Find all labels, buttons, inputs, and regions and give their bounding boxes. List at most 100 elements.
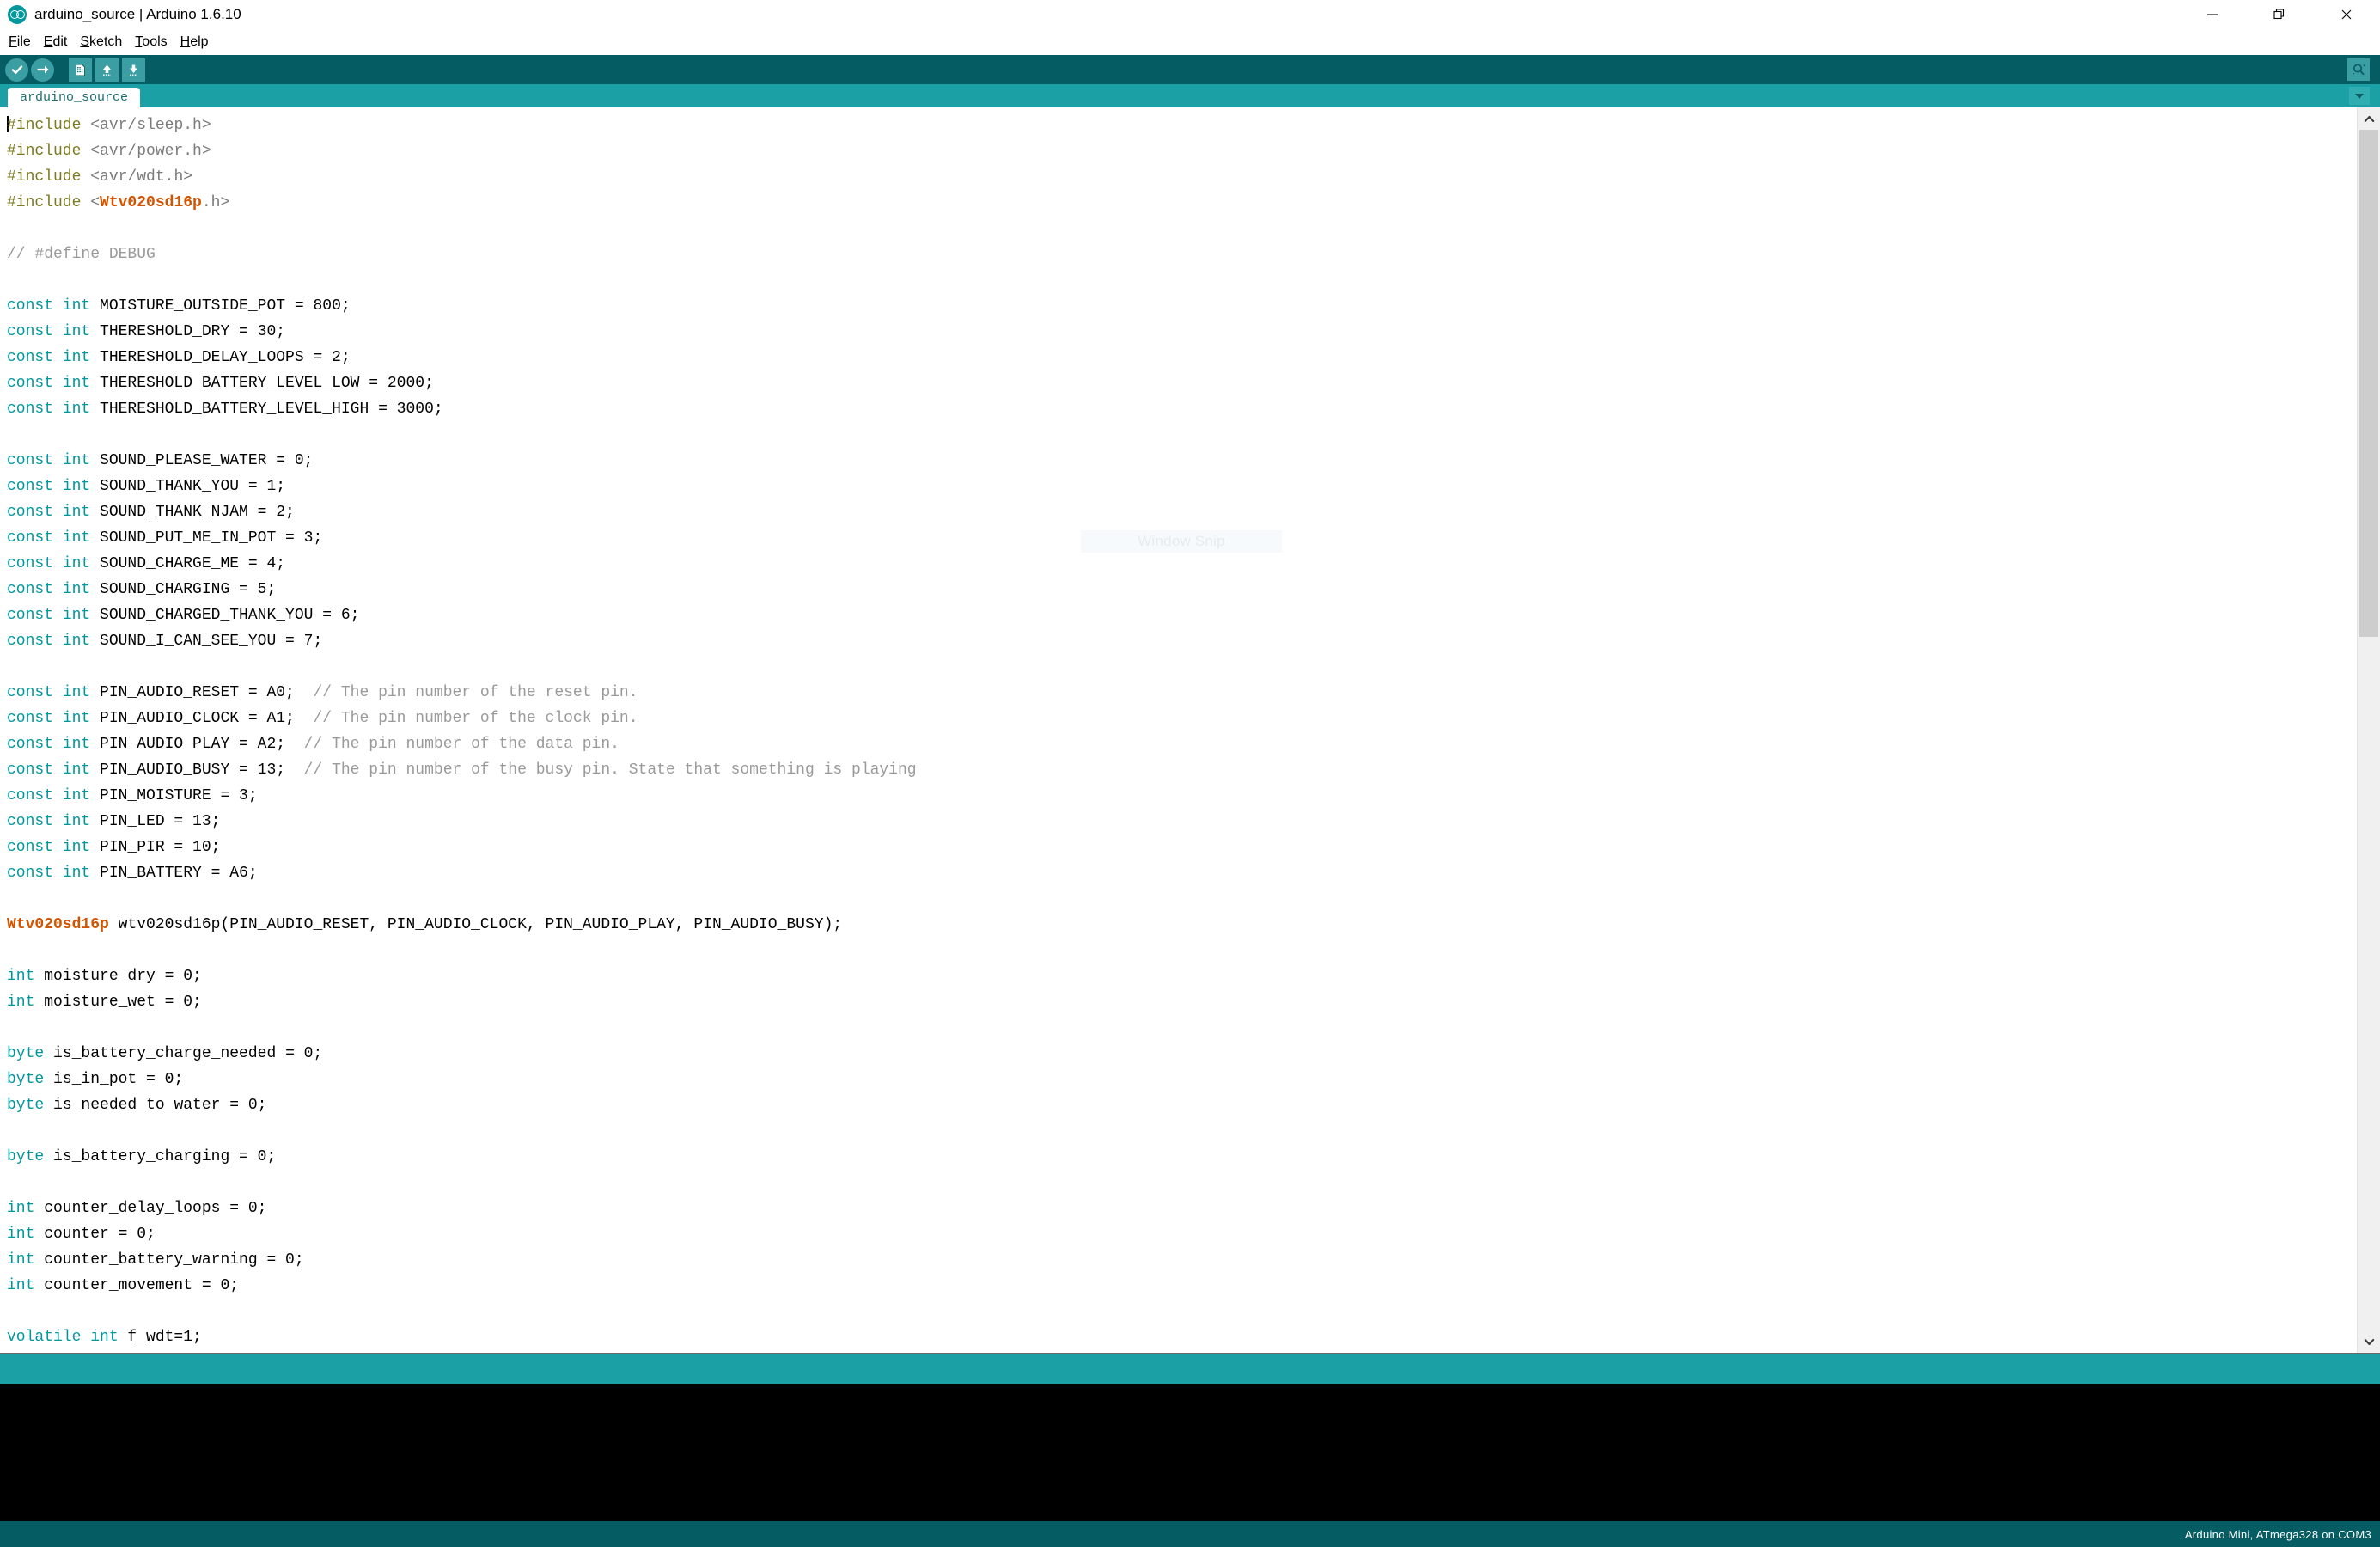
code-token-cmt: // The pin number of the clock pin. — [313, 710, 638, 727]
code-line: const int PIN_BATTERY = A6; — [7, 860, 2357, 886]
editor-area: #include <avr/sleep.h> #include <avr/powe… — [0, 107, 2380, 1353]
code-line: byte is_needed_to_water = 0; — [7, 1092, 2357, 1118]
code-token-txt: SOUND_CHARGING = 5; — [90, 581, 277, 598]
code-token-pre: #include — [7, 194, 82, 211]
code-line: #include <avr/sleep.h> — [7, 113, 2357, 138]
code-token-txt: is_in_pot = 0; — [44, 1071, 184, 1088]
arduino-ide-window: arduino_source | Arduino 1.6.10 File Edi… — [0, 0, 2380, 1547]
code-token-kw: int — [7, 1277, 35, 1294]
code-token-txt: PIN_AUDIO_PLAY = A2; — [90, 736, 304, 753]
code-token-txt: SOUND_CHARGE_ME = 4; — [90, 555, 286, 572]
minimize-button[interactable] — [2179, 0, 2246, 29]
new-document-icon — [76, 64, 85, 76]
code-token-kw: const int — [7, 865, 91, 882]
scroll-down-button[interactable] — [2358, 1330, 2380, 1353]
menu-item-tools[interactable]: Tools — [130, 34, 174, 52]
arrow-right-icon — [36, 65, 48, 74]
code-line: const int THERESHOLD_DELAY_LOOPS = 2; — [7, 345, 2357, 370]
code-token-str: .h> — [201, 194, 230, 211]
code-line: const int SOUND_I_CAN_SEE_YOU = 7; — [7, 628, 2357, 654]
code-token-txt: is_battery_charging = 0; — [44, 1148, 277, 1165]
menu-item-help[interactable]: Help — [175, 34, 217, 52]
menu-sketch-rest: ketch — [89, 34, 123, 49]
menu-item-edit[interactable]: Edit — [39, 34, 76, 52]
code-token-kw: const int — [7, 452, 91, 469]
upload-button[interactable] — [31, 58, 54, 82]
code-token-kw: const int — [7, 529, 91, 547]
code-line: const int PIN_AUDIO_CLOCK = A1; // The p… — [7, 706, 2357, 731]
code-token-kw: const int — [7, 736, 91, 753]
sketch-tab-bar: arduino_source — [0, 84, 2380, 107]
editor-vertical-scrollbar[interactable] — [2357, 107, 2380, 1353]
code-token-lib: Wtv020sd16p — [7, 916, 109, 933]
code-token-kw: const int — [7, 297, 91, 315]
window-controls — [2179, 0, 2380, 29]
scrollbar-thumb[interactable] — [2359, 130, 2378, 637]
code-token-txt: PIN_BATTERY = A6; — [90, 865, 258, 882]
code-token-kw: const int — [7, 504, 91, 521]
menu-help-mnemonic: H — [180, 34, 191, 49]
code-token-str: <avr/wdt.h> — [81, 168, 193, 186]
code-token-kw: const int — [7, 839, 91, 856]
scroll-up-button[interactable] — [2358, 107, 2380, 130]
code-token-kw: int — [7, 1226, 35, 1243]
code-line: const int SOUND_THANK_YOU = 1; — [7, 474, 2357, 499]
board-port-label: Arduino Mini, ATmega328 on COM3 — [2184, 1527, 2371, 1541]
restore-button[interactable] — [2246, 0, 2313, 29]
compile-status-strip — [0, 1353, 2380, 1384]
code-token-pre: #include — [7, 117, 82, 134]
code-editor[interactable]: #include <avr/sleep.h> #include <avr/powe… — [0, 107, 2357, 1353]
code-line: const int PIN_LED = 13; — [7, 809, 2357, 835]
code-token-kw: const int — [7, 633, 91, 650]
menu-item-sketch[interactable]: Sketch — [75, 34, 130, 52]
code-token-kw: const int — [7, 555, 91, 572]
code-line: int moisture_wet = 0; — [7, 989, 2357, 1015]
code-token-kw: volatile int — [7, 1329, 119, 1346]
title-bar-left: arduino_source | Arduino 1.6.10 — [0, 5, 241, 24]
code-line: const int SOUND_PLEASE_WATER = 0; — [7, 448, 2357, 474]
chevron-down-icon — [2355, 94, 2364, 99]
code-line: const int THERESHOLD_DRY = 30; — [7, 319, 2357, 345]
new-sketch-button[interactable] — [69, 58, 92, 82]
code-line: const int THERESHOLD_BATTERY_LEVEL_LOW =… — [7, 370, 2357, 396]
code-line: int counter_delay_loops = 0; — [7, 1195, 2357, 1221]
code-line: const int MOISTURE_OUTSIDE_POT = 800; — [7, 293, 2357, 319]
console-output-pane[interactable] — [0, 1384, 2380, 1521]
code-token-txt: PIN_LED = 13; — [90, 813, 221, 830]
code-line: int counter_movement = 0; — [7, 1273, 2357, 1299]
code-line: #include <Wtv020sd16p.h> — [7, 190, 2357, 216]
menu-file-rest: ile — [16, 34, 31, 49]
code-token-cmt: // #define DEBUG — [7, 246, 156, 263]
code-line: const int PIN_AUDIO_RESET = A0; // The p… — [7, 680, 2357, 706]
code-line: int counter_battery_warning = 0; — [7, 1247, 2357, 1273]
tab-arduino-source[interactable]: arduino_source — [8, 88, 141, 107]
code-line: int counter = 0; — [7, 1221, 2357, 1247]
tab-menu-button[interactable] — [2349, 87, 2370, 105]
title-bar: arduino_source | Arduino 1.6.10 — [0, 0, 2380, 29]
code-token-kw: int — [7, 1251, 35, 1269]
serial-monitor-button[interactable] — [2347, 58, 2370, 81]
code-token-pre: #include — [7, 168, 82, 186]
code-line: const int PIN_PIR = 10; — [7, 835, 2357, 860]
menu-edit-rest: dit — [52, 34, 68, 49]
code-line: byte is_in_pot = 0; — [7, 1067, 2357, 1092]
menu-help-rest: elp — [190, 34, 209, 49]
code-line: byte is_battery_charge_needed = 0; — [7, 1041, 2357, 1067]
menu-item-file[interactable]: File — [3, 34, 39, 52]
scrollbar-track[interactable] — [2358, 130, 2380, 1330]
code-token-txt: is_battery_charge_needed = 0; — [44, 1045, 323, 1062]
code-line: volatile int f_wdt=1; — [7, 1324, 2357, 1350]
verify-compile-button[interactable] — [5, 58, 28, 82]
open-sketch-button[interactable] — [95, 58, 119, 82]
save-sketch-button[interactable] — [122, 58, 145, 82]
menu-sketch-mnemonic: S — [80, 34, 90, 49]
code-token-txt: THERESHOLD_BATTERY_LEVEL_LOW = 2000; — [90, 375, 434, 392]
close-button[interactable] — [2313, 0, 2380, 29]
code-text[interactable]: #include <avr/sleep.h> #include <avr/powe… — [7, 113, 2357, 1350]
code-line: const int SOUND_CHARGE_ME = 4; — [7, 551, 2357, 577]
code-token-txt: SOUND_THANK_YOU = 1; — [90, 478, 286, 495]
